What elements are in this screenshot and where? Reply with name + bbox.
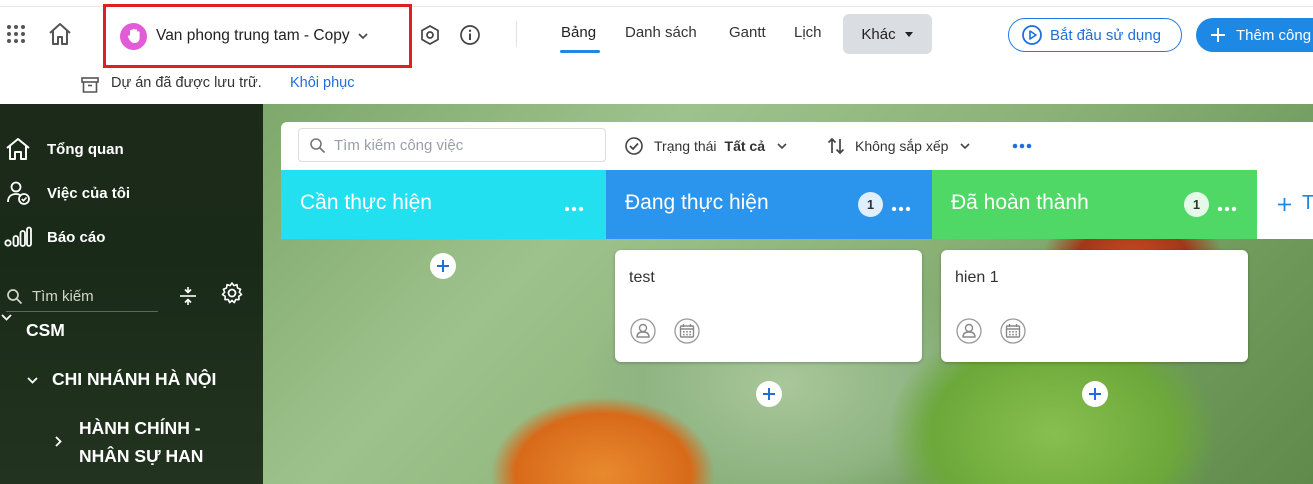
tree-dept-line2[interactable]: NHÂN SỰ HAN — [79, 446, 203, 467]
check-circle-icon — [625, 137, 643, 155]
board-toolbar: Trạng thái Tất cả Không sắp xếp — [281, 122, 1313, 170]
search-icon — [310, 137, 326, 153]
assignee-icon[interactable] — [629, 317, 656, 344]
get-started-label: Bắt đầu sử dụng — [1050, 26, 1161, 44]
task-search-box[interactable] — [298, 128, 606, 162]
more-options-icon[interactable] — [1011, 136, 1033, 156]
add-column-label: T — [1302, 192, 1313, 214]
plus-icon — [1211, 28, 1225, 42]
column-count-badge: 1 — [858, 192, 883, 217]
plus-icon — [763, 388, 775, 400]
project-name: Van phong trung tam - Copy — [156, 27, 350, 44]
report-icon — [3, 224, 33, 250]
chevron-down-icon — [777, 142, 787, 149]
status-filter[interactable]: Trạng thái Tất cả — [624, 136, 787, 156]
home-button-icon[interactable] — [46, 20, 74, 48]
column-menu-icon[interactable] — [891, 194, 911, 218]
sort-label: Không sắp xếp — [855, 138, 949, 154]
collapse-all-icon[interactable] — [176, 284, 200, 308]
project-selector[interactable]: Van phong trung tam - Copy — [103, 4, 412, 68]
archive-message: Dự án đã được lưu trữ. — [111, 75, 262, 91]
settings-hex-icon[interactable] — [418, 23, 442, 47]
column-count-badge: 1 — [1184, 192, 1209, 217]
task-card[interactable]: hien 1 — [941, 250, 1248, 362]
more-tabs-button[interactable]: Khác — [843, 14, 932, 54]
task-card-title: hien 1 — [955, 269, 999, 286]
sidebar-search-placeholder: Tìm kiếm — [32, 288, 94, 305]
apps-grid-icon[interactable] — [4, 22, 28, 46]
chevron-down-icon — [358, 27, 368, 45]
home-icon — [3, 136, 33, 162]
sidebar-item-label: Báo cáo — [47, 228, 106, 246]
chevron-right-icon[interactable] — [53, 434, 63, 448]
due-date-icon[interactable] — [999, 317, 1026, 344]
tab-calendar[interactable]: Lịch — [794, 24, 822, 41]
assignee-icon[interactable] — [955, 317, 982, 344]
project-hand-icon — [120, 22, 147, 50]
status-filter-value: Tất cả — [724, 138, 765, 154]
chevron-down-icon[interactable] — [0, 311, 12, 323]
sidebar-item-overview[interactable]: Tổng quan — [0, 136, 124, 162]
tab-gantt[interactable]: Gantt — [729, 24, 766, 41]
task-card-title: test — [629, 269, 655, 286]
sidebar-item-label: Việc của tôi — [47, 184, 131, 202]
main-content: Tổng quan Việc của tôi Báo cáo Tìm kiếm — [0, 104, 1313, 484]
sidebar-item-label: Tổng quan — [47, 140, 124, 158]
tree-branch-hanoi[interactable]: CHI NHÁNH HÀ NỘI — [52, 369, 216, 390]
plus-icon — [1089, 388, 1101, 400]
column-header-done: Đã hoàn thành 1 — [932, 170, 1257, 239]
sidebar-search[interactable]: Tìm kiếm — [6, 282, 158, 312]
sidebar-item-my-tasks[interactable]: Việc của tôi — [0, 180, 130, 206]
search-icon — [7, 289, 23, 305]
column-menu-icon[interactable] — [1217, 194, 1237, 218]
sort-icon — [827, 137, 845, 155]
archive-notice: Dự án đã được lưu trữ. Khôi phục — [0, 68, 1313, 104]
my-tasks-icon — [3, 180, 33, 206]
get-started-button[interactable]: Bắt đầu sử dụng — [1008, 18, 1182, 52]
column-header-in-progress: Đang thực hiện 1 — [606, 170, 932, 239]
active-tab-indicator — [560, 50, 600, 53]
add-card-button[interactable] — [756, 381, 782, 407]
more-tabs-label: Khác — [861, 25, 896, 43]
board-area: Trạng thái Tất cả Không sắp xếp Cần thực… — [263, 104, 1313, 484]
tree-root-csm[interactable]: CSM — [26, 320, 65, 341]
column-menu-icon[interactable] — [564, 194, 584, 218]
chevron-down-icon[interactable] — [25, 374, 39, 386]
due-date-icon[interactable] — [673, 317, 700, 344]
column-title: Cần thực hiện — [300, 191, 432, 214]
status-filter-label: Trạng thái — [654, 138, 717, 154]
sidebar: Tổng quan Việc của tôi Báo cáo Tìm kiếm — [0, 104, 263, 484]
task-search-input[interactable] — [334, 136, 584, 154]
tree-dept-line1[interactable]: HÀNH CHÍNH - — [79, 418, 201, 439]
add-task-button[interactable]: Thêm công — [1196, 18, 1313, 52]
caret-down-icon — [904, 31, 913, 37]
task-card[interactable]: test — [615, 250, 922, 362]
play-circle-icon — [1022, 25, 1042, 45]
plus-icon — [437, 260, 449, 272]
add-card-button[interactable] — [1082, 381, 1108, 407]
add-card-button[interactable] — [430, 253, 456, 279]
restore-link[interactable]: Khôi phục — [290, 75, 355, 91]
info-icon[interactable] — [458, 23, 482, 47]
tab-board[interactable]: Bảng — [561, 24, 596, 41]
gear-icon[interactable] — [219, 280, 245, 306]
column-header-todo: Cần thực hiện — [281, 170, 606, 239]
plus-icon — [1278, 198, 1291, 211]
top-bar: Van phong trung tam - Copy Bảng Danh sác… — [0, 0, 1313, 68]
add-task-label: Thêm công — [1236, 26, 1312, 44]
column-title: Đang thực hiện — [625, 191, 769, 214]
sort-dropdown[interactable]: Không sắp xếp — [826, 136, 970, 156]
sidebar-item-reports[interactable]: Báo cáo — [0, 224, 105, 250]
header-divider — [516, 21, 517, 47]
chevron-down-icon — [960, 142, 970, 149]
column-title: Đã hoàn thành — [951, 191, 1089, 214]
archive-icon — [79, 74, 101, 96]
tab-list[interactable]: Danh sách — [625, 24, 697, 41]
add-column-button[interactable]: T — [1257, 170, 1313, 239]
